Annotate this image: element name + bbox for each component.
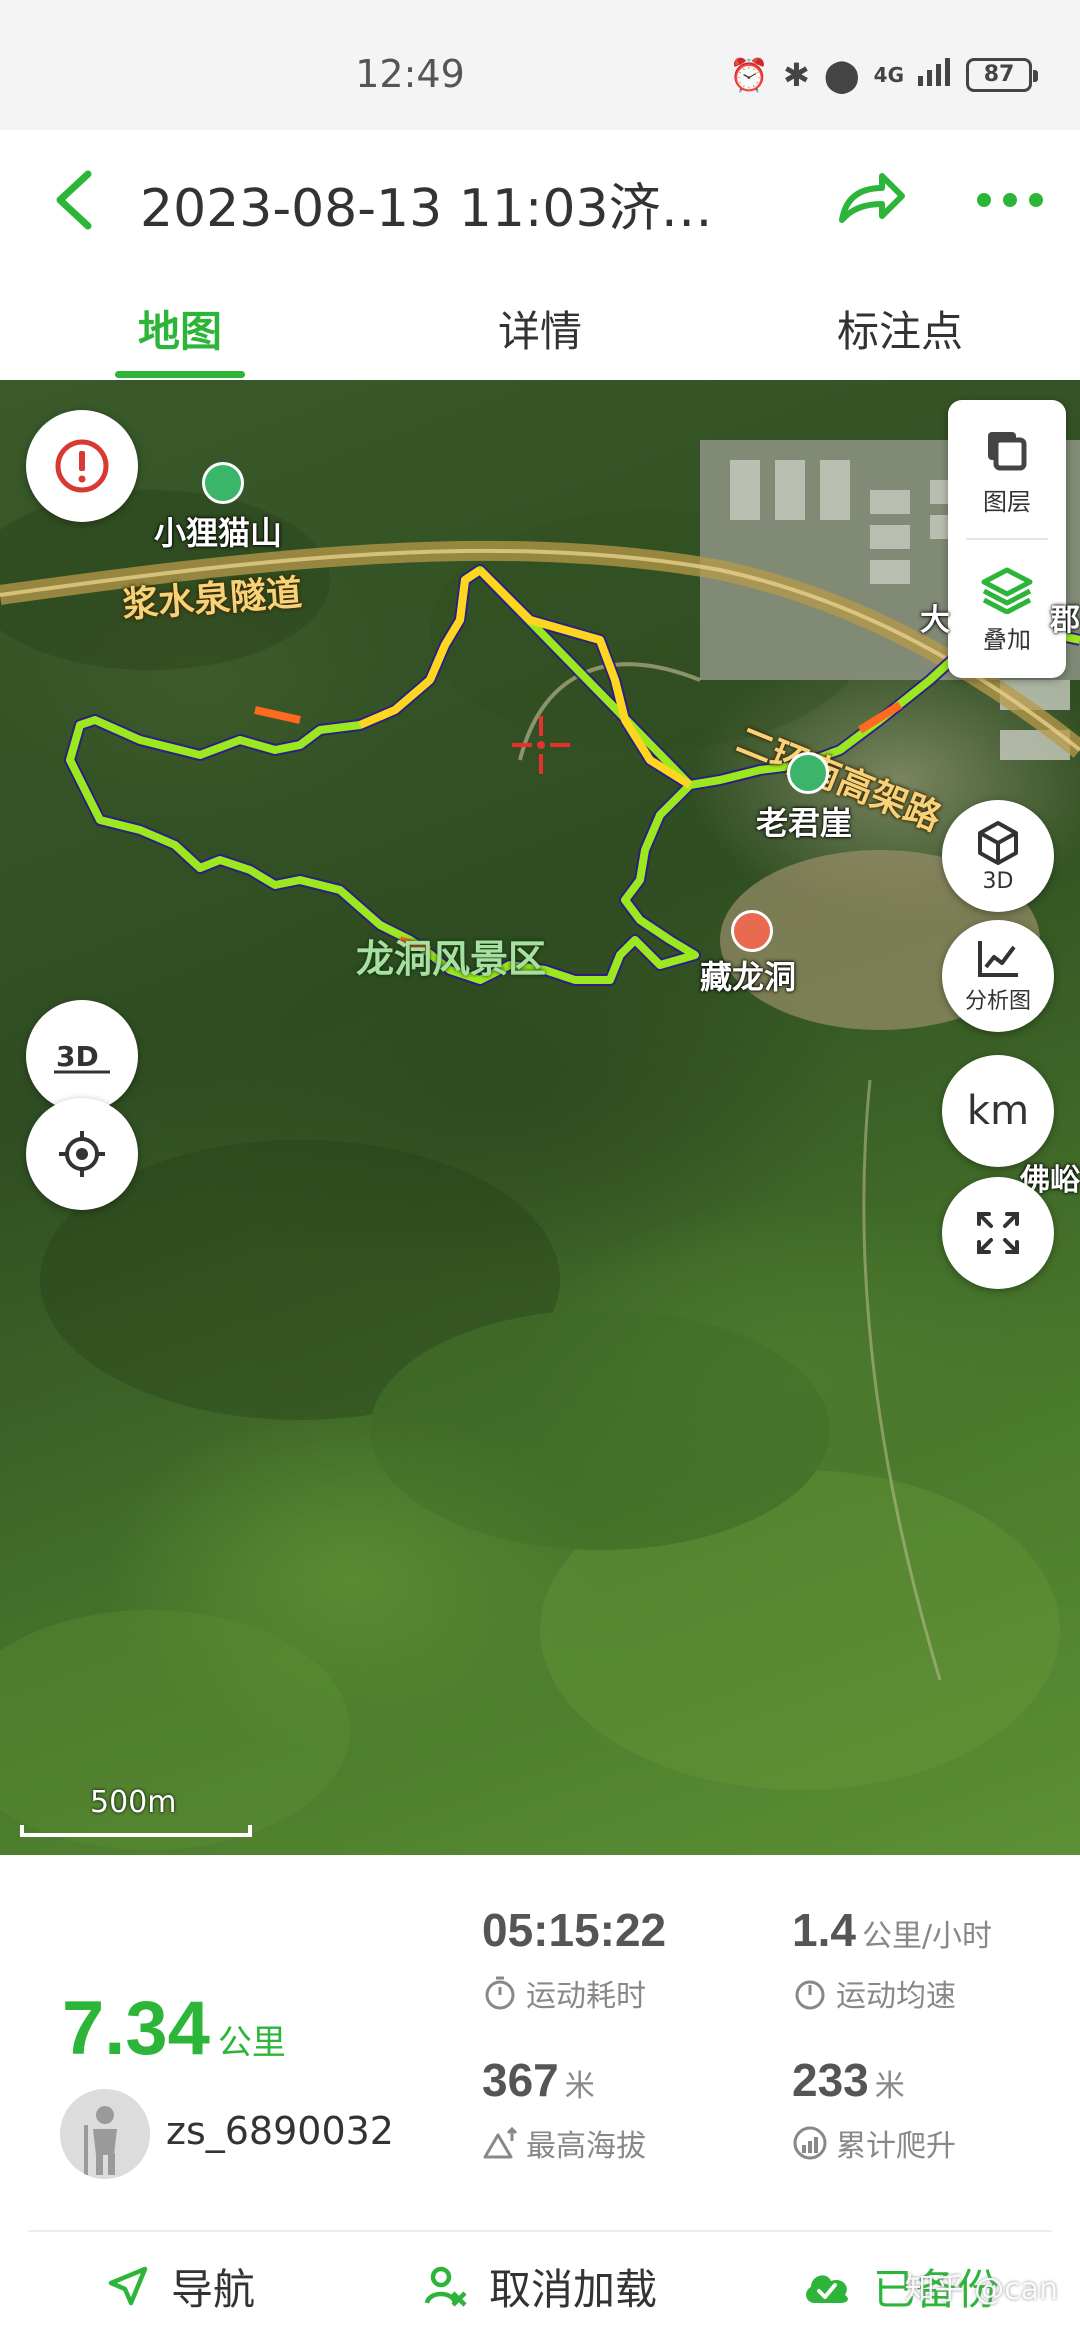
- climb-value: 233: [792, 2054, 869, 2106]
- stat-duration: 05:15:22 运动耗时: [482, 1903, 742, 2015]
- stack-icon: [981, 567, 1033, 614]
- bluetooth-icon: ✱: [783, 56, 810, 94]
- unload-button[interactable]: 取消加载: [360, 2232, 720, 2340]
- map-label-mountain: 小狸猫山: [154, 514, 283, 552]
- speed-value: 1.4: [792, 1904, 856, 1956]
- stat-speed: 1.4 公里/小时 运动均速: [792, 1903, 1052, 2015]
- speed-unit: 公里/小时: [861, 1919, 993, 1954]
- max-alt-unit: 米: [564, 2069, 595, 2104]
- network-label: 4G: [873, 63, 904, 87]
- map-scale: 500m: [20, 1785, 252, 1845]
- fullscreen-icon: [977, 1212, 1019, 1254]
- unload-label: 取消加载: [488, 2264, 657, 2314]
- stat-total-climb: 233 米 累计爬升: [792, 2053, 1052, 2165]
- map-label-partial-top2: 郡: [1050, 603, 1080, 638]
- status-time: 12:49: [355, 52, 465, 96]
- total-distance: 7.34 公里: [62, 1985, 286, 2072]
- navigation-arrow-icon: [108, 2266, 148, 2306]
- climb-unit: 米: [874, 2069, 905, 2104]
- battery-icon: 87: [966, 58, 1038, 92]
- map-label-cliff: 老君崖: [756, 804, 853, 842]
- mountain-peak-icon: [483, 2126, 518, 2159]
- chevron-left-icon: [56, 170, 92, 230]
- chart-line-icon: [978, 941, 1018, 977]
- cave-poi-icon[interactable]: [731, 910, 773, 952]
- layers-button[interactable]: 图层: [948, 406, 1066, 536]
- status-icons: ⏰ ✱ ⬤ 4G 87: [729, 56, 1038, 94]
- exclamation-circle-icon: [55, 439, 109, 493]
- unit-label: km: [966, 1088, 1030, 1134]
- layer-divider: [966, 538, 1048, 540]
- location-person-icon: [424, 2266, 467, 2307]
- max-alt-value: 367: [482, 2054, 559, 2106]
- status-bar: 12:49 ⏰ ✱ ⬤ 4G 87: [0, 0, 1080, 130]
- map-label-partial-top: 大: [920, 603, 950, 638]
- cube-icon: [978, 820, 1018, 865]
- header: 2023-08-13 11:03济南…: [0, 130, 1080, 270]
- analysis-chart-button[interactable]: 分析图: [942, 920, 1054, 1032]
- speedometer-icon: [795, 1980, 825, 2010]
- report-button[interactable]: [26, 410, 138, 522]
- location-icon: ⬤: [823, 56, 860, 94]
- cliff-poi-icon[interactable]: [787, 752, 829, 794]
- more-dots-icon: [977, 193, 1043, 207]
- scale-label: 500m: [90, 1785, 177, 1820]
- signal-icon: [918, 56, 952, 94]
- fullscreen-button[interactable]: [942, 1177, 1054, 1289]
- map-label-cave: 藏龙洞: [700, 958, 797, 996]
- layers-label: 图层: [983, 487, 1031, 516]
- username[interactable]: zs_6890032: [166, 2109, 394, 2153]
- layer-panel: 图层 叠加: [948, 400, 1066, 678]
- map-view[interactable]: 图层 叠加 浆水泉隧道 二环南高架路 大 郡 小狸猫山 老君崖 龙洞风景区 藏龙…: [0, 380, 1080, 1855]
- crosshair-icon: [59, 1131, 105, 1177]
- tab-details[interactable]: 详情: [360, 270, 720, 380]
- mountain-poi-icon[interactable]: [202, 462, 244, 504]
- 3d-terrain-icon: 3D: [54, 1040, 110, 1074]
- svg-text:3D: 3D: [56, 1040, 99, 1073]
- alarm-icon: ⏰: [729, 56, 770, 94]
- speed-label: 运动均速: [836, 1979, 956, 2014]
- watermark: 知乎 @can: [904, 2272, 1058, 2307]
- duration-label: 运动耗时: [526, 1979, 646, 2014]
- stat-max-altitude: 367 米 最高海拔: [482, 2053, 742, 2165]
- climb-label: 累计爬升: [836, 2129, 956, 2164]
- max-alt-label: 最高海拔: [526, 2129, 646, 2164]
- climb-bars-icon: [793, 2126, 827, 2160]
- tab-markers[interactable]: 标注点: [720, 270, 1080, 380]
- hiker-avatar-icon: [60, 2089, 150, 2179]
- page-title: 2023-08-13 11:03济南…: [140, 179, 760, 239]
- unit-toggle-button[interactable]: km: [942, 1055, 1054, 1167]
- tab-map[interactable]: 地图: [0, 270, 360, 380]
- stats-panel: 7.34 公里 zs_6890032 05:15:22 运动耗时 1.4 公里/小时…: [0, 1855, 1080, 2230]
- more-button[interactable]: [970, 160, 1050, 240]
- analysis-chart-label: 分析图: [964, 989, 1031, 1014]
- 3d-view-label: 3D: [982, 868, 1014, 894]
- share-button[interactable]: [830, 160, 910, 240]
- duration-value: 05:15:22: [482, 1904, 667, 1956]
- map-label-scenic-area: 龙洞风景区: [356, 937, 547, 981]
- avatar[interactable]: [60, 2089, 150, 2179]
- navigate-label: 导航: [170, 2264, 255, 2314]
- scale-bar: [20, 1825, 252, 1837]
- distance-unit: 公里: [217, 2023, 286, 2063]
- 3d-view-button[interactable]: 3D: [942, 800, 1054, 912]
- back-button[interactable]: [40, 160, 110, 240]
- layers-icon: [988, 431, 1027, 470]
- distance-value: 7.34: [62, 1986, 210, 2071]
- tab-bar: 地图 详情 标注点: [0, 270, 1080, 380]
- locate-me-button[interactable]: [26, 1098, 138, 1210]
- navigate-button[interactable]: 导航: [0, 2232, 360, 2340]
- share-arrow-icon: [839, 173, 905, 223]
- start-marker-label[interactable]: 起: [990, 640, 1030, 677]
- cloud-check-icon: [806, 2275, 848, 2303]
- stopwatch-icon: [485, 1976, 515, 2010]
- 3d-terrain-button[interactable]: 3D: [26, 1000, 138, 1112]
